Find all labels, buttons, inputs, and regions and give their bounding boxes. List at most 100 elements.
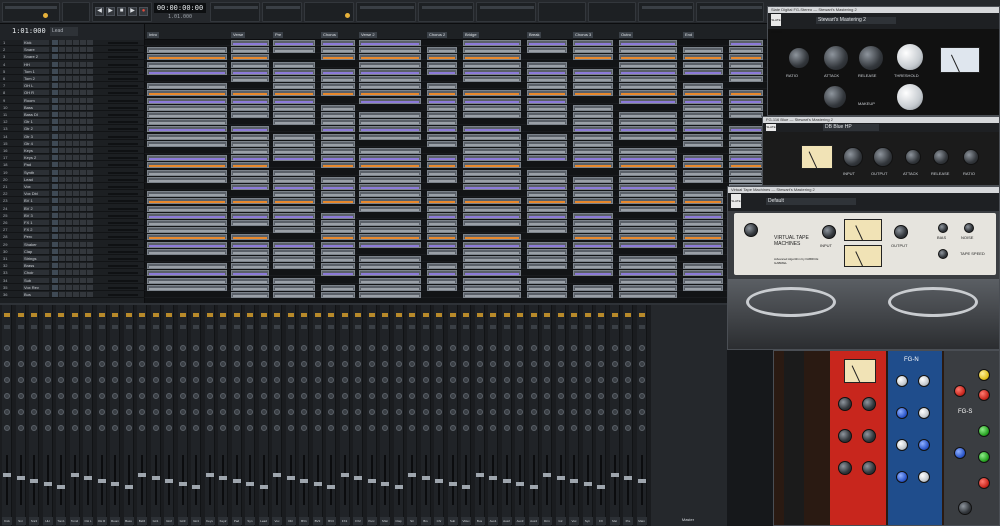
track-row[interactable]: 23 BV 1 bbox=[0, 198, 145, 205]
send-knob[interactable] bbox=[584, 361, 591, 367]
send-knob[interactable] bbox=[44, 409, 51, 415]
audio-clip[interactable] bbox=[321, 104, 355, 111]
audio-clip[interactable] bbox=[359, 169, 421, 176]
volume-fader[interactable] bbox=[637, 479, 646, 483]
audio-clip[interactable] bbox=[683, 212, 723, 219]
sub-time-display[interactable]: 1.01.000 bbox=[154, 14, 206, 21]
audio-clip[interactable] bbox=[573, 83, 613, 90]
audio-clip[interactable] bbox=[619, 205, 677, 212]
send-knob[interactable] bbox=[139, 361, 145, 367]
bias-knob[interactable] bbox=[938, 223, 948, 233]
audio-clip[interactable] bbox=[231, 90, 269, 97]
time-display[interactable]: 00:00:00:00 bbox=[154, 3, 206, 13]
track-buttons[interactable] bbox=[52, 176, 104, 182]
audio-clip[interactable] bbox=[231, 126, 269, 133]
send-knob[interactable] bbox=[598, 361, 604, 367]
send-knob[interactable] bbox=[112, 393, 118, 399]
audio-clip[interactable] bbox=[321, 270, 355, 277]
channel-strip[interactable]: Gtr2 bbox=[164, 305, 174, 526]
send-knob[interactable] bbox=[233, 409, 240, 415]
send-knob[interactable] bbox=[490, 361, 496, 367]
send-knob[interactable] bbox=[571, 425, 577, 431]
send-knob[interactable] bbox=[355, 425, 361, 431]
audio-clip[interactable] bbox=[147, 284, 227, 291]
track-buttons[interactable] bbox=[52, 97, 104, 103]
audio-clip[interactable] bbox=[359, 76, 421, 82]
audio-clip[interactable] bbox=[683, 241, 723, 248]
channel-strip[interactable]: Syn bbox=[245, 305, 255, 526]
volume-fader[interactable] bbox=[381, 482, 389, 486]
fgs-knob[interactable] bbox=[978, 389, 990, 401]
audio-clip[interactable] bbox=[273, 155, 315, 162]
channel-name[interactable]: BsDI bbox=[137, 517, 147, 525]
output-knob[interactable] bbox=[894, 225, 908, 239]
channel-strip[interactable]: BV2 bbox=[312, 305, 323, 526]
send-knob[interactable] bbox=[17, 425, 24, 431]
audio-clip[interactable] bbox=[147, 169, 227, 176]
audio-clip[interactable] bbox=[527, 119, 567, 126]
channel-strip[interactable]: Drm bbox=[542, 305, 552, 526]
audio-clip[interactable] bbox=[427, 277, 457, 284]
track-name[interactable]: Strings bbox=[23, 256, 49, 261]
audio-clip[interactable] bbox=[683, 155, 723, 162]
track-row[interactable]: 19 Synth bbox=[0, 169, 145, 176]
volume-fader[interactable] bbox=[529, 485, 538, 489]
track-row[interactable]: 9 Room bbox=[0, 97, 145, 104]
plugin-slot[interactable] bbox=[206, 325, 213, 329]
send-knob[interactable] bbox=[382, 409, 388, 415]
snap-module[interactable] bbox=[210, 2, 260, 22]
send-knob[interactable] bbox=[139, 393, 145, 399]
audio-clip[interactable] bbox=[573, 104, 613, 111]
audio-clip[interactable] bbox=[527, 284, 567, 291]
audio-clip[interactable] bbox=[729, 112, 763, 118]
send-knob[interactable] bbox=[571, 409, 577, 415]
audio-clip[interactable] bbox=[527, 191, 567, 198]
plugin-slot[interactable] bbox=[4, 313, 10, 317]
send-knob[interactable] bbox=[112, 361, 118, 367]
volume-fader[interactable] bbox=[624, 476, 632, 480]
track-row[interactable]: 7 OH L bbox=[0, 83, 145, 90]
plugin-slot[interactable] bbox=[449, 313, 456, 317]
send-knob[interactable] bbox=[395, 393, 402, 399]
audio-clip[interactable] bbox=[683, 126, 723, 133]
audio-clip[interactable] bbox=[527, 76, 567, 82]
plugin-slot[interactable] bbox=[530, 313, 537, 317]
track-lane[interactable] bbox=[145, 256, 767, 262]
send-knob[interactable] bbox=[31, 377, 37, 383]
audio-clip[interactable] bbox=[729, 97, 763, 104]
track-buttons[interactable] bbox=[52, 263, 104, 269]
audio-clip[interactable] bbox=[147, 140, 227, 147]
send-knob[interactable] bbox=[557, 377, 564, 383]
plugin-slot[interactable] bbox=[233, 313, 240, 317]
audio-clip[interactable] bbox=[573, 76, 613, 82]
send-knob[interactable] bbox=[301, 393, 307, 399]
send-knob[interactable] bbox=[571, 393, 577, 399]
plugin-slot[interactable] bbox=[58, 325, 64, 329]
audio-clip[interactable] bbox=[231, 198, 269, 205]
audio-clip[interactable] bbox=[463, 176, 521, 183]
audio-clip[interactable] bbox=[427, 234, 457, 241]
audio-clip[interactable] bbox=[573, 270, 613, 277]
send-knob[interactable] bbox=[571, 361, 577, 367]
send-knob[interactable] bbox=[625, 361, 631, 367]
plugin-slot[interactable] bbox=[220, 325, 226, 329]
send-knob[interactable] bbox=[314, 361, 321, 367]
plugin-slot[interactable] bbox=[17, 325, 24, 329]
audio-clip[interactable] bbox=[729, 61, 763, 68]
send-knob[interactable] bbox=[4, 345, 10, 351]
send-knob[interactable] bbox=[98, 393, 105, 399]
send-knob[interactable] bbox=[382, 345, 388, 351]
audio-clip[interactable] bbox=[527, 212, 567, 219]
channel-name[interactable]: FX bbox=[596, 517, 606, 525]
audio-clip[interactable] bbox=[729, 90, 763, 97]
audio-clip[interactable] bbox=[231, 277, 269, 284]
channel-name[interactable]: Tom1 bbox=[56, 517, 66, 525]
track-lane[interactable] bbox=[145, 68, 767, 75]
send-knob[interactable] bbox=[233, 361, 240, 367]
audio-clip[interactable] bbox=[619, 169, 677, 176]
volume-fader[interactable] bbox=[570, 479, 578, 483]
send-knob[interactable] bbox=[233, 345, 240, 351]
rewind-icon[interactable]: ◀ bbox=[95, 7, 104, 16]
audio-clip[interactable] bbox=[427, 133, 457, 140]
fgs-knob[interactable] bbox=[954, 385, 966, 397]
